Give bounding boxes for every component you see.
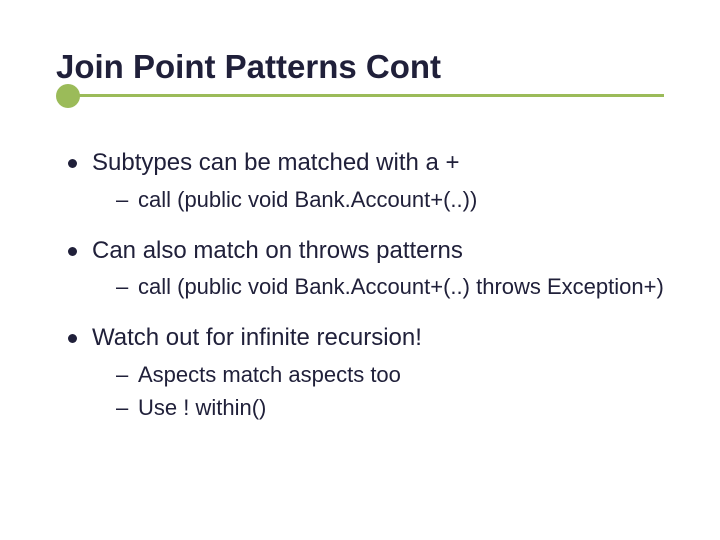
title-block: Join Point Patterns Cont (56, 48, 664, 98)
list-item: Use ! within() (116, 393, 664, 422)
list-item: Aspects match aspects too (116, 360, 664, 389)
sub-bullet-text: Aspects match aspects too (138, 362, 401, 387)
list-item: Subtypes can be matched with a + call (p… (64, 148, 664, 214)
sub-bullet-text: call (public void Bank.Account+(..) thro… (138, 274, 664, 299)
list-item: Can also match on throws patterns call (… (64, 236, 664, 302)
slide: Join Point Patterns Cont Subtypes can be… (0, 0, 720, 540)
bullet-text: Can also match on throws patterns (92, 237, 463, 264)
bullet-list: Subtypes can be matched with a + call (p… (56, 148, 664, 422)
accent-line (64, 94, 664, 97)
bullet-text: Watch out for infinite recursion! (92, 324, 422, 351)
slide-title: Join Point Patterns Cont (56, 48, 664, 86)
bullet-text: Subtypes can be matched with a + (92, 149, 460, 176)
list-item: call (public void Bank.Account+(..) thro… (116, 272, 664, 301)
list-item: Watch out for infinite recursion! Aspect… (64, 323, 664, 422)
list-item: call (public void Bank.Account+(..)) (116, 185, 664, 214)
sub-list: call (public void Bank.Account+(..)) (92, 185, 664, 214)
sub-list: call (public void Bank.Account+(..) thro… (92, 272, 664, 301)
title-underline (56, 94, 664, 98)
sub-list: Aspects match aspects too Use ! within() (92, 360, 664, 422)
sub-bullet-text: Use ! within() (138, 395, 266, 420)
sub-bullet-text: call (public void Bank.Account+(..)) (138, 187, 477, 212)
